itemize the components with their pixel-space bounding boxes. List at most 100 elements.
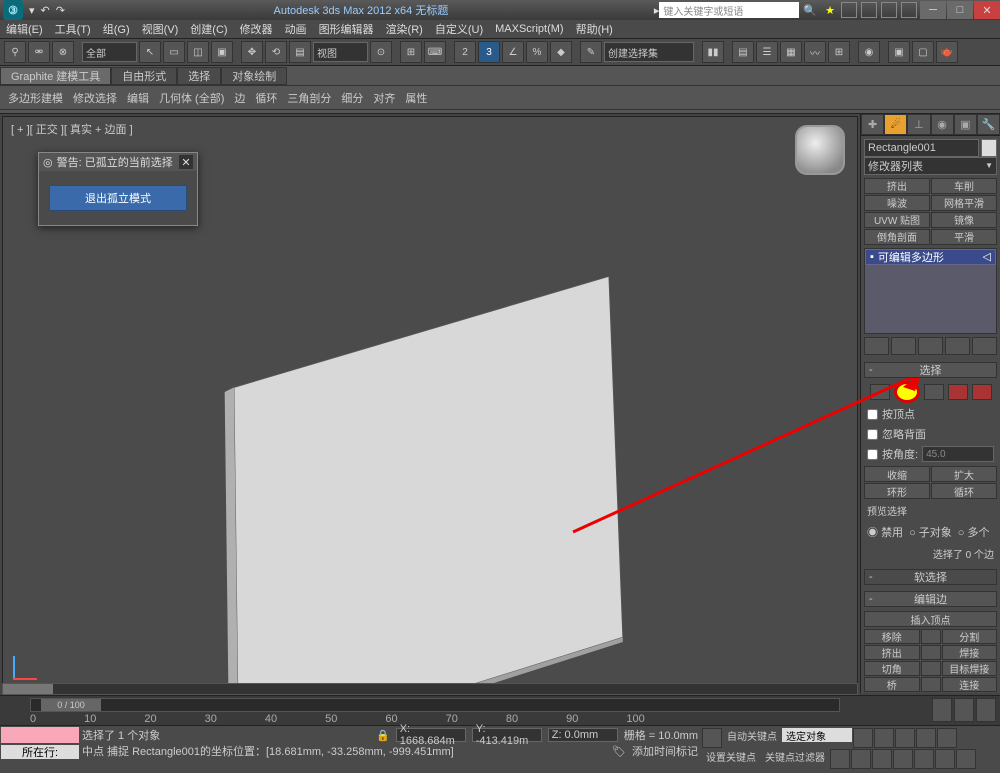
link-icon[interactable]: ⚲ bbox=[4, 41, 26, 63]
ribbon-sub-8[interactable]: 对齐 bbox=[373, 90, 395, 106]
btn-weld[interactable]: 焊接 bbox=[942, 645, 998, 660]
settings-icon[interactable] bbox=[921, 629, 941, 644]
minimize-button[interactable]: ─ bbox=[920, 1, 946, 19]
lock-icon[interactable]: 🔒 bbox=[376, 729, 390, 742]
panel-tab-hierarchy[interactable]: ⊥ bbox=[907, 114, 930, 135]
quickmod-uvwmap[interactable]: UVW 贴图 bbox=[864, 212, 930, 228]
bind-icon[interactable]: ⊗ bbox=[52, 41, 74, 63]
titlebar-tool-3[interactable] bbox=[901, 2, 917, 18]
add-timetag[interactable]: 添加时间标记 bbox=[632, 743, 698, 759]
anglesnap-icon[interactable]: ∠ bbox=[502, 41, 524, 63]
quickmod-extrude[interactable]: 挤出 bbox=[864, 178, 930, 194]
menu-group[interactable]: 组(G) bbox=[103, 21, 130, 37]
keyfilter-button[interactable]: 关键点过滤器 bbox=[761, 749, 829, 763]
btn-connect[interactable]: 连接 bbox=[942, 677, 998, 692]
menu-rendering[interactable]: 渲染(R) bbox=[386, 21, 423, 37]
viewport-label[interactable]: [ + ][ 正交 ][ 真实 + 边面 ] bbox=[11, 121, 133, 137]
ribbon-toggle-icon[interactable]: ▦ bbox=[780, 41, 802, 63]
nav-zoomext-icon[interactable] bbox=[914, 749, 934, 769]
nav-orbit-icon[interactable] bbox=[935, 749, 955, 769]
panel-tab-display[interactable]: ▣ bbox=[954, 114, 977, 135]
menu-maxscript[interactable]: MAXScript(M) bbox=[495, 23, 563, 35]
editnamed-icon[interactable]: ✎ bbox=[580, 41, 602, 63]
chk-by-angle[interactable]: 按角度:45.0 bbox=[867, 446, 994, 462]
ribbon-tab-modeling[interactable]: Graphite 建模工具 bbox=[0, 67, 111, 85]
close-button[interactable]: ✕ bbox=[974, 1, 1000, 19]
subobj-polygon-icon[interactable] bbox=[948, 384, 968, 400]
ribbon-sub-7[interactable]: 细分 bbox=[341, 90, 363, 106]
subobj-vertex-icon[interactable] bbox=[870, 384, 890, 400]
autokey-button[interactable]: 自动关键点 bbox=[723, 728, 781, 742]
named-selection-dropdown[interactable]: 创建选择集 bbox=[604, 42, 694, 62]
btn-split[interactable]: 分割 bbox=[942, 629, 998, 644]
rollout-editedges[interactable]: 编辑边 bbox=[864, 591, 997, 607]
menu-customize[interactable]: 自定义(U) bbox=[435, 21, 483, 37]
menu-views[interactable]: 视图(V) bbox=[142, 21, 179, 37]
render-setup-icon[interactable]: ▣ bbox=[888, 41, 910, 63]
snap3d-icon[interactable]: 3 bbox=[478, 41, 500, 63]
radio-subobj[interactable]: ○ 子对象 bbox=[909, 524, 952, 540]
ribbon-sub-0[interactable]: 多边形建模 bbox=[8, 90, 63, 106]
titlebar-menu-icon[interactable]: ▾ bbox=[29, 4, 35, 17]
quickmod-mirror[interactable]: 镜像 bbox=[931, 212, 997, 228]
modifier-list-dropdown[interactable]: 修改器列表 bbox=[864, 157, 997, 175]
panel-tab-create[interactable]: ✚ bbox=[861, 114, 884, 135]
chk-by-vertex[interactable]: 按顶点 bbox=[867, 406, 994, 422]
quickmod-smooth[interactable]: 平滑 bbox=[931, 229, 997, 245]
menu-edit[interactable]: 编辑(E) bbox=[6, 21, 43, 37]
rollout-softselection[interactable]: 软选择 bbox=[864, 569, 997, 585]
menu-animation[interactable]: 动画 bbox=[285, 21, 307, 37]
search-input[interactable]: 键入关键字或短语 bbox=[659, 2, 799, 18]
ribbon-sub-4[interactable]: 边 bbox=[234, 90, 245, 106]
render-icon[interactable]: 🫖 bbox=[936, 41, 958, 63]
nav-fov-icon[interactable] bbox=[893, 749, 913, 769]
stack-showend-icon[interactable] bbox=[891, 337, 916, 355]
search-icon[interactable]: 🔍 bbox=[803, 4, 817, 17]
move-icon[interactable]: ✥ bbox=[241, 41, 263, 63]
rendered-frame-icon[interactable]: ▢ bbox=[912, 41, 934, 63]
coord-x[interactable]: X: 1668.684m bbox=[396, 728, 466, 742]
settings-icon[interactable] bbox=[921, 677, 941, 692]
favorite-icon[interactable]: ★ bbox=[825, 4, 835, 17]
play-end-icon[interactable] bbox=[937, 728, 957, 748]
menu-tools[interactable]: 工具(T) bbox=[55, 21, 91, 37]
curve-editor-icon[interactable]: 〰 bbox=[804, 41, 826, 63]
dialog-close-button[interactable]: ✕ bbox=[179, 155, 193, 169]
align-icon[interactable]: ▤ bbox=[732, 41, 754, 63]
keymode-dropdown[interactable]: 选定对象 bbox=[782, 728, 852, 742]
stack-pin-icon[interactable] bbox=[864, 337, 889, 355]
schematic-icon[interactable]: ⊞ bbox=[828, 41, 850, 63]
timeline-btn-3[interactable] bbox=[976, 698, 996, 722]
mirror-icon[interactable]: ▮▮ bbox=[702, 41, 724, 63]
viewcube[interactable] bbox=[795, 125, 845, 175]
stack-item-editpoly[interactable]: ▪可编辑多边形◁ bbox=[865, 249, 996, 265]
play-prev-icon[interactable] bbox=[874, 728, 894, 748]
nav-maximize-icon[interactable] bbox=[956, 749, 976, 769]
material-editor-icon[interactable]: ◉ bbox=[858, 41, 880, 63]
pivot-icon[interactable]: ⊙ bbox=[370, 41, 392, 63]
ribbon-sub-5[interactable]: 循环 bbox=[255, 90, 277, 106]
select-name-icon[interactable]: ▭ bbox=[163, 41, 185, 63]
stack-config-icon[interactable] bbox=[972, 337, 997, 355]
btn-remove[interactable]: 移除 bbox=[864, 629, 920, 644]
redo-icon[interactable]: ↷ bbox=[56, 4, 65, 17]
viewport-hscrollbar[interactable] bbox=[2, 683, 858, 695]
btn-insertvertex[interactable]: 插入顶点 bbox=[864, 611, 997, 627]
rotate-icon[interactable]: ⟲ bbox=[265, 41, 287, 63]
btn-bridge[interactable]: 桥 bbox=[864, 677, 920, 692]
selection-filter-dropdown[interactable]: 全部 bbox=[82, 42, 137, 62]
timetag-icon[interactable]: 🏷 bbox=[612, 745, 626, 758]
btn-targetweld[interactable]: 目标焊接 bbox=[942, 661, 998, 676]
panel-tab-motion[interactable]: ◉ bbox=[931, 114, 954, 135]
play-icon[interactable] bbox=[895, 728, 915, 748]
ribbon-sub-6[interactable]: 三角剖分 bbox=[287, 90, 331, 106]
help-icon[interactable] bbox=[841, 2, 857, 18]
menu-modifiers[interactable]: 修改器 bbox=[240, 21, 273, 37]
spinnersnap-icon[interactable]: ◆ bbox=[550, 41, 572, 63]
stack-remove-icon[interactable] bbox=[945, 337, 970, 355]
quickmod-lathe[interactable]: 车削 bbox=[931, 178, 997, 194]
nav-zoomall-icon[interactable] bbox=[872, 749, 892, 769]
select-icon[interactable]: ↖ bbox=[139, 41, 161, 63]
subobj-edge-icon[interactable] bbox=[894, 381, 920, 403]
time-slider-thumb[interactable]: 0 / 100 bbox=[41, 699, 101, 711]
